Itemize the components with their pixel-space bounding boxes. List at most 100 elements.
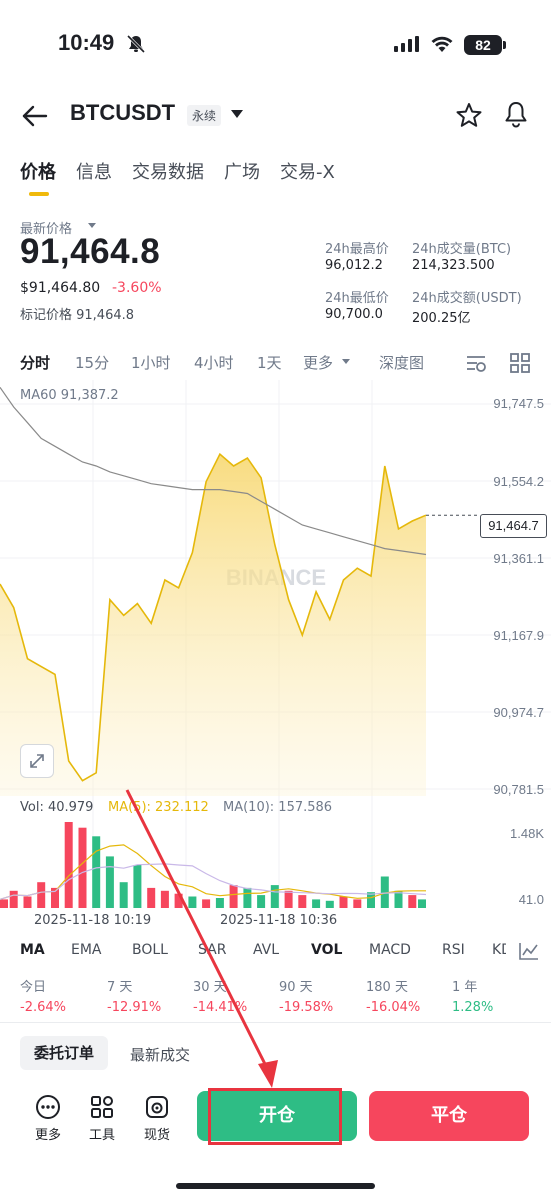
expand-chart-button[interactable]	[20, 744, 54, 778]
close-position-button[interactable]: 平仓	[369, 1091, 529, 1141]
volume-bar	[312, 899, 321, 908]
indicator-kd[interactable]: KD	[492, 942, 506, 958]
tab-recent-trades[interactable]: 最新成交	[130, 1044, 190, 1065]
volume-bar	[270, 885, 279, 908]
low-24h-label: 24h最低价	[325, 291, 389, 306]
volume-bar	[174, 893, 183, 908]
more-label: 更多	[34, 1128, 61, 1143]
interval-1h[interactable]: 1小时	[131, 352, 171, 373]
bell-icon[interactable]	[503, 100, 529, 128]
price-chart[interactable]: BINANCE	[0, 380, 551, 940]
interval-1d[interactable]: 1天	[257, 352, 282, 373]
status-time: 10:49	[58, 30, 115, 55]
home-indicator	[176, 1183, 375, 1189]
perf-value: 1.28%	[452, 1000, 494, 1015]
interval-time-sharing[interactable]: 分时	[20, 352, 50, 373]
tab-square[interactable]: 广场	[224, 158, 260, 184]
volume-bar	[243, 887, 252, 908]
interval-4h[interactable]: 4小时	[194, 352, 234, 373]
volume-bar	[105, 856, 114, 908]
tab-price[interactable]: 价格	[20, 158, 56, 184]
volume-bar	[215, 898, 224, 908]
indicator-ma[interactable]: MA	[20, 942, 45, 958]
tools-grid-icon	[91, 1096, 113, 1118]
volume-legend: Vol: 40.979	[20, 800, 94, 815]
more-dots-icon	[36, 1095, 60, 1119]
perf-value: -2.64%	[20, 1000, 66, 1015]
volume-usdt-label: 24h成交额(USDT)	[412, 291, 522, 306]
volume-ma10-legend: MA(10): 157.586	[223, 800, 333, 815]
volume-ma5-line	[0, 844, 426, 900]
indicator-boll[interactable]: BOLL	[132, 942, 168, 958]
usd-price: $91,464.80	[20, 280, 101, 296]
volume-bar	[119, 882, 128, 908]
chevron-down-icon[interactable]	[231, 110, 243, 118]
volume-bar	[257, 895, 266, 908]
ma60-legend: MA60 91,387.2	[20, 388, 119, 403]
symbol-title[interactable]: BTCUSDT	[70, 100, 175, 126]
tab-trade-x[interactable]: 交易-X	[280, 158, 335, 184]
volume-bar	[284, 890, 293, 908]
tab-info[interactable]: 信息	[76, 158, 112, 184]
y-tick-label: 91,167.9	[493, 628, 544, 643]
active-tab-indicator	[29, 192, 49, 196]
perf-label: 90 天	[279, 980, 313, 995]
volume-bar	[408, 895, 417, 908]
last-price: 91,464.8	[20, 232, 161, 271]
caret-down-icon[interactable]	[88, 223, 96, 228]
volume-y-max: 1.48K	[510, 826, 544, 841]
interval-depth[interactable]: 深度图	[379, 352, 424, 373]
indicator-settings-icon[interactable]	[465, 352, 487, 374]
spot-label: 现货	[143, 1128, 170, 1143]
divider	[0, 1022, 551, 1023]
signal-icon	[394, 36, 419, 52]
indicator-avl[interactable]: AVL	[253, 942, 279, 958]
indicator-macd[interactable]: MACD	[369, 942, 411, 958]
volume-ma5-legend: MA(5): 232.112	[108, 800, 209, 815]
indicator-rsi[interactable]: RSI	[442, 942, 465, 958]
interval-15m[interactable]: 15分	[75, 352, 109, 373]
tab-trading-data[interactable]: 交易数据	[132, 158, 204, 184]
low-24h-value: 90,700.0	[325, 307, 383, 322]
volume-bar	[339, 896, 348, 908]
indicator-sar[interactable]: SAR	[198, 942, 226, 958]
grid-layout-icon[interactable]	[509, 352, 531, 374]
tools-button[interactable]: 工具	[82, 1094, 122, 1143]
volume-bar	[9, 890, 18, 908]
volume-bar	[298, 895, 307, 908]
perf-value: -19.58%	[279, 1000, 334, 1015]
volume-bar	[64, 822, 73, 908]
x-tick-label: 2025-11-18 10:36	[220, 913, 338, 928]
more-caret-icon[interactable]	[342, 359, 350, 364]
star-icon[interactable]	[456, 102, 482, 128]
perf-label: 1 年	[452, 980, 478, 995]
high-24h-label: 24h最高价	[325, 242, 389, 257]
volume-bar	[37, 882, 46, 908]
tab-open-orders[interactable]: 委托订单	[20, 1036, 108, 1070]
price-area	[0, 454, 426, 796]
tab-bar: 价格 信息 交易数据 广场 交易-X	[20, 158, 335, 184]
volume-bar	[188, 896, 197, 908]
perf-label: 今日	[20, 980, 47, 995]
perf-value: -14.41%	[193, 1000, 248, 1015]
y-tick-label: 91,361.1	[493, 551, 544, 566]
back-arrow-icon[interactable]	[22, 104, 48, 128]
y-tick-label: 90,781.5	[493, 782, 544, 797]
perf-label: 180 天	[366, 980, 408, 995]
volume-btc-value: 214,323.500	[412, 258, 495, 273]
volume-bar	[418, 899, 426, 908]
indicator-vol[interactable]: VOL	[311, 942, 342, 958]
spot-exchange-icon	[146, 1096, 168, 1118]
interval-more[interactable]: 更多	[303, 352, 333, 373]
indicator-ema[interactable]: EMA	[71, 942, 102, 958]
battery-icon: 82	[464, 35, 502, 55]
indicator-chart-icon[interactable]	[517, 940, 541, 962]
spot-button[interactable]: 现货	[137, 1094, 177, 1143]
volume-bar	[0, 899, 8, 908]
more-button[interactable]: 更多	[28, 1094, 68, 1143]
battery-tip	[503, 41, 506, 49]
volume-bar	[229, 885, 238, 908]
volume-y-min: 41.0	[518, 892, 544, 907]
perf-value: -16.04%	[366, 1000, 421, 1015]
volume-bar	[202, 899, 211, 908]
